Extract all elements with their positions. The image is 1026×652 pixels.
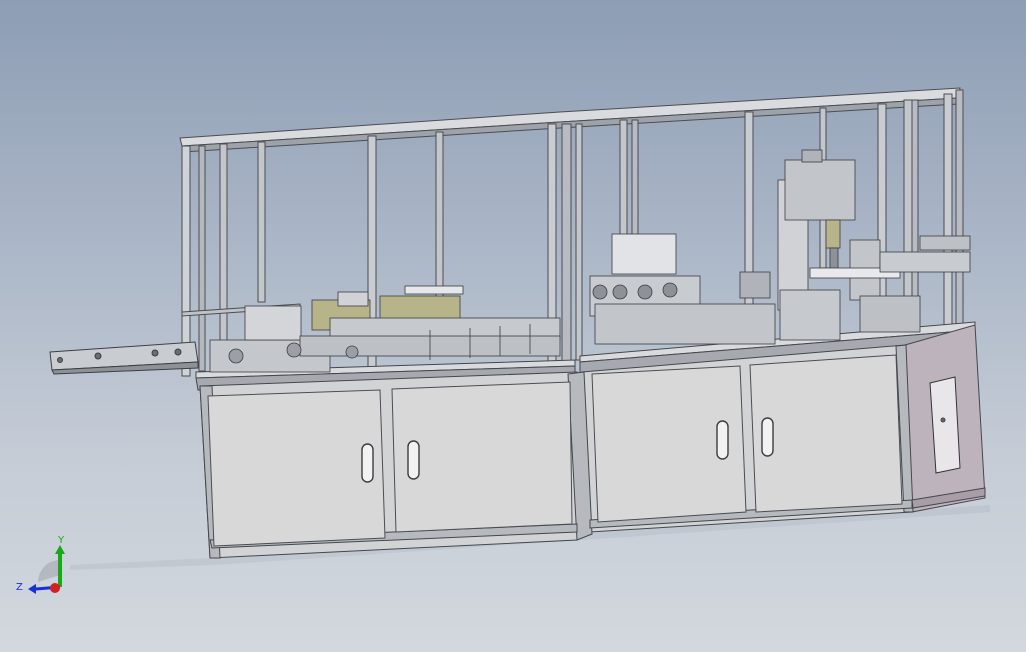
cad-viewport[interactable]: Y Z	[0, 0, 1026, 652]
triad-arc	[38, 560, 60, 582]
door-handle-4[interactable]	[761, 417, 774, 457]
door-handle-2[interactable]	[407, 440, 420, 480]
z-axis-head	[28, 584, 36, 594]
door-handle-3[interactable]	[716, 420, 729, 460]
coordinate-triad: Y Z	[16, 535, 65, 594]
z-axis-label: Z	[16, 582, 23, 593]
machine-model[interactable]: Y Z	[0, 0, 1026, 652]
door-handle-1[interactable]	[361, 443, 374, 483]
door-1[interactable]	[207, 389, 386, 547]
x-axis-dot	[50, 583, 60, 593]
infeed-conveyor	[49, 341, 199, 375]
y-axis-head	[55, 545, 65, 554]
y-axis-label: Y	[57, 535, 65, 546]
